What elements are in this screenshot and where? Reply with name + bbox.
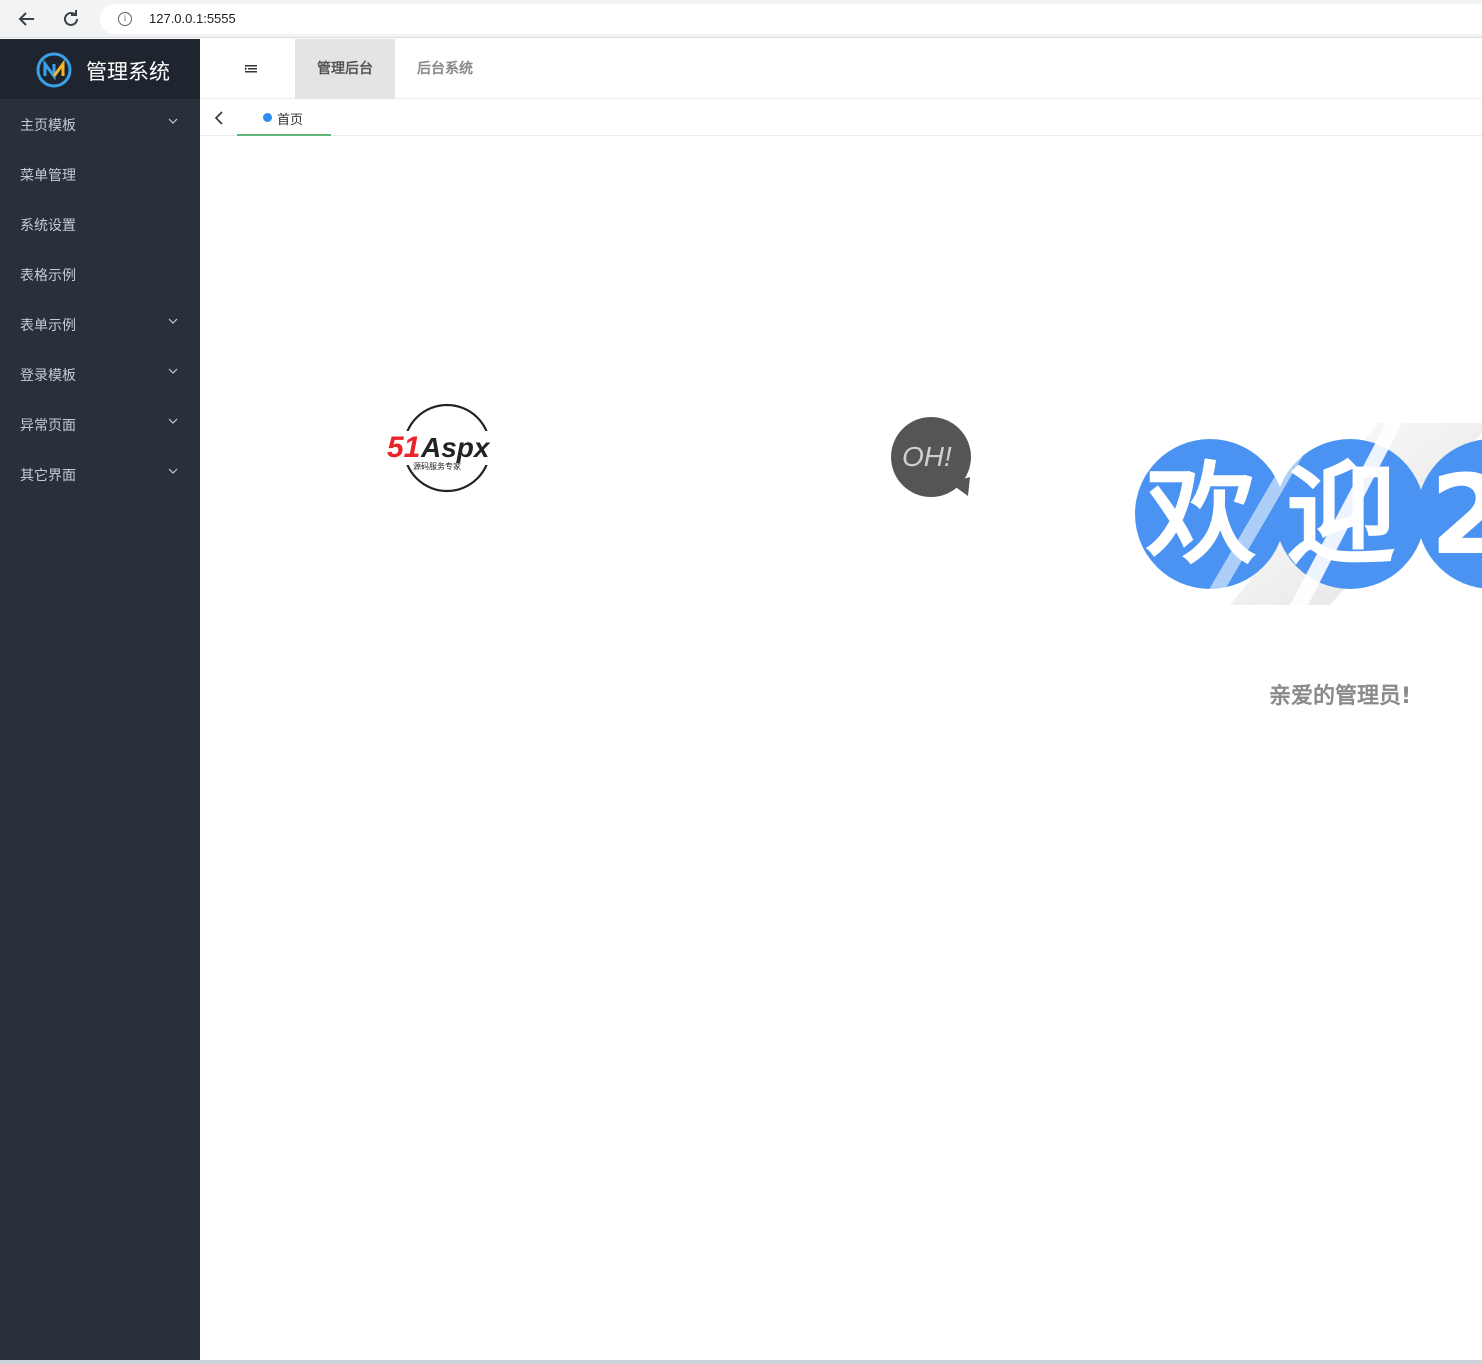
51aspx-logo: 51 Aspx 源码服务专家 [385, 403, 515, 493]
active-dot-icon [263, 113, 272, 122]
chevron-down-icon [168, 468, 178, 474]
brand-logo-icon [36, 52, 72, 88]
brand: 管理系统 [0, 39, 200, 99]
sidebar-item-4[interactable]: 表格示例 [0, 249, 200, 299]
page-tab-home[interactable]: 首页 [237, 100, 331, 136]
chevron-down-icon [168, 118, 178, 124]
back-arrow-icon[interactable] [14, 6, 40, 32]
sidebar-item-label: 登录模板 [20, 368, 76, 384]
chevron-down-icon [168, 318, 178, 324]
page-tab-label: 首页 [277, 113, 304, 128]
tab-admin[interactable]: 管理后台 [295, 39, 395, 99]
chevron-down-icon [168, 418, 178, 424]
sidebar-item-label: 系统设置 [20, 218, 76, 234]
sidebar-item-label: 表单示例 [20, 318, 76, 334]
welcome-banner: 欢 迎 2 [1135, 423, 1482, 605]
reload-icon[interactable] [58, 6, 84, 32]
sidebar-item-8[interactable]: 其它界面 [0, 449, 200, 499]
browser-toolbar: i 127.0.0.1:5555 [0, 0, 1482, 38]
bottom-border [0, 1360, 1482, 1364]
brand-title: 管理系统 [86, 60, 170, 84]
sidebar-item-3[interactable]: 系统设置 [0, 199, 200, 249]
welcome-char-2: 迎 [1286, 451, 1396, 579]
welcome-char-3: 2 [1430, 451, 1482, 579]
info-icon[interactable]: i [118, 12, 132, 26]
oh-speech-bubble: OH! [891, 417, 971, 497]
svg-text:OH!: OH! [902, 441, 952, 472]
page-tabs-bar: 首页 [200, 100, 1482, 136]
sidebar-item-label: 其它界面 [20, 468, 76, 484]
welcome-char-1: 欢 [1145, 451, 1256, 579]
top-header: 管理后台 后台系统 [200, 39, 1482, 99]
sidebar-item-1[interactable]: 主页模板 [0, 99, 200, 149]
sidebar-item-label: 菜单管理 [20, 168, 76, 184]
main-content: 51 Aspx 源码服务专家 OH! 欢 迎 2 亲爱的管理员! [200, 137, 1482, 1360]
sidebar: 管理系统 主页模板菜单管理系统设置表格示例表单示例登录模板异常页面其它界面 [0, 39, 200, 1360]
sidebar-item-label: 表格示例 [20, 268, 76, 284]
menu-toggle-icon[interactable] [245, 63, 257, 75]
tab-backend-system[interactable]: 后台系统 [395, 39, 495, 99]
greeting-text: 亲爱的管理员! [1269, 684, 1412, 709]
svg-text:源码服务专家: 源码服务专家 [413, 461, 461, 471]
sidebar-item-label: 异常页面 [20, 418, 76, 434]
sidebar-item-label: 主页模板 [20, 118, 76, 134]
sidebar-item-6[interactable]: 登录模板 [0, 349, 200, 399]
sidebar-item-5[interactable]: 表单示例 [0, 299, 200, 349]
svg-text:51: 51 [387, 431, 420, 464]
sidebar-item-2[interactable]: 菜单管理 [0, 149, 200, 199]
svg-text:Aspx: Aspx [420, 432, 491, 463]
sidebar-item-7[interactable]: 异常页面 [0, 399, 200, 449]
address-bar[interactable]: i 127.0.0.1:5555 [100, 4, 1482, 34]
chevron-left-icon[interactable] [210, 109, 228, 127]
sidebar-menu: 主页模板菜单管理系统设置表格示例表单示例登录模板异常页面其它界面 [0, 99, 200, 499]
chevron-down-icon [168, 368, 178, 374]
url-text[interactable]: 127.0.0.1:5555 [149, 11, 236, 26]
